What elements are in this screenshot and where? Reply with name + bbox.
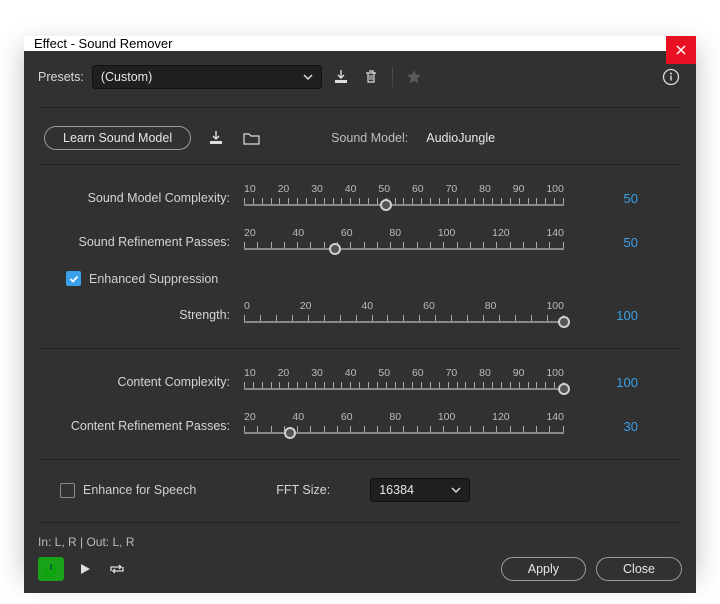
loop-icon	[108, 562, 126, 576]
divider	[38, 164, 682, 165]
save-preset-button[interactable]	[330, 66, 352, 88]
sound-model-label: Sound Model:	[331, 131, 408, 145]
window-close-button[interactable]	[666, 36, 696, 64]
slider-group-1: Sound Model Complexity: 1020304050607080…	[44, 173, 676, 340]
enhance-for-speech-checkbox[interactable]	[60, 483, 75, 498]
sound-model-complexity-value[interactable]: 50	[578, 191, 638, 206]
footer: Apply Close	[24, 551, 696, 593]
fft-size-dropdown[interactable]: 16384	[370, 478, 470, 502]
titlebar: Effect - Sound Remover	[24, 36, 696, 51]
play-icon	[79, 563, 91, 575]
delete-preset-button[interactable]	[360, 66, 382, 88]
strength-slider[interactable]: 020406080100	[244, 300, 564, 330]
learn-sound-model-button[interactable]: Learn Sound Model	[44, 126, 191, 150]
star-icon	[406, 69, 422, 85]
power-toggle[interactable]	[38, 557, 64, 581]
content-complexity-slider[interactable]: 102030405060708090100	[244, 367, 564, 397]
divider	[38, 522, 682, 523]
sound-model-value: AudioJungle	[426, 131, 495, 145]
sound-model-complexity-label: Sound Model Complexity:	[50, 191, 230, 205]
bottom-options: Enhance for Speech FFT Size: 16384	[44, 468, 676, 514]
content-complexity-value[interactable]: 100	[578, 375, 638, 390]
enhance-for-speech-label: Enhance for Speech	[83, 483, 196, 497]
info-icon	[662, 68, 680, 86]
content-refinement-passes-slider[interactable]: 20406080100120140	[244, 411, 564, 441]
presets-value: (Custom)	[101, 70, 152, 84]
fft-size-value: 16384	[379, 483, 414, 497]
sound-model-complexity-slider[interactable]: 102030405060708090100	[244, 183, 564, 213]
panel-body: Presets: (Custom) Lear	[24, 51, 696, 593]
content-refinement-passes-value[interactable]: 30	[578, 419, 638, 434]
save-model-icon	[208, 130, 224, 146]
save-preset-icon	[333, 69, 349, 85]
check-icon	[69, 274, 79, 284]
divider	[38, 348, 682, 349]
loop-button[interactable]	[106, 558, 128, 580]
presets-dropdown[interactable]: (Custom)	[92, 65, 322, 89]
window-title: Effect - Sound Remover	[34, 36, 173, 51]
content-refinement-passes-label: Content Refinement Passes:	[50, 419, 230, 433]
power-icon	[44, 562, 58, 576]
fft-size-label: FFT Size:	[276, 483, 330, 497]
sound-refinement-passes-label: Sound Refinement Passes:	[50, 235, 230, 249]
trash-icon	[363, 69, 379, 85]
chevron-down-icon	[451, 485, 461, 495]
separator	[392, 67, 393, 87]
chevron-down-icon	[303, 72, 313, 82]
enhanced-suppression-label: Enhanced Suppression	[89, 272, 218, 286]
presets-row: Presets: (Custom)	[24, 51, 696, 101]
divider	[38, 459, 682, 460]
close-icon	[676, 45, 686, 55]
play-button[interactable]	[74, 558, 96, 580]
close-button[interactable]: Close	[596, 557, 682, 581]
strength-label: Strength:	[50, 308, 230, 322]
enhanced-suppression-row: Enhanced Suppression	[50, 271, 638, 286]
strength-value[interactable]: 100	[578, 308, 638, 323]
effect-dialog: Effect - Sound Remover Presets: (Custom)	[24, 36, 696, 570]
learn-row: Learn Sound Model Sound Model: AudioJung…	[44, 116, 676, 156]
open-model-button[interactable]	[241, 127, 263, 149]
presets-label: Presets:	[38, 70, 84, 84]
sound-refinement-passes-value[interactable]: 50	[578, 235, 638, 250]
sound-refinement-passes-slider[interactable]: 20406080100120140	[244, 227, 564, 257]
favorite-button[interactable]	[403, 66, 425, 88]
save-model-button[interactable]	[205, 127, 227, 149]
enhanced-suppression-checkbox[interactable]	[66, 271, 81, 286]
slider-group-2: Content Complexity: 10203040506070809010…	[44, 357, 676, 451]
divider	[38, 107, 682, 108]
folder-icon	[243, 131, 261, 145]
main-area: Learn Sound Model Sound Model: AudioJung…	[24, 101, 696, 527]
info-button[interactable]	[660, 66, 682, 88]
tick-labels: 102030405060708090100	[244, 183, 564, 195]
content-complexity-label: Content Complexity:	[50, 375, 230, 389]
apply-button[interactable]: Apply	[501, 557, 586, 581]
io-readout: In: L, R | Out: L, R	[24, 527, 696, 551]
